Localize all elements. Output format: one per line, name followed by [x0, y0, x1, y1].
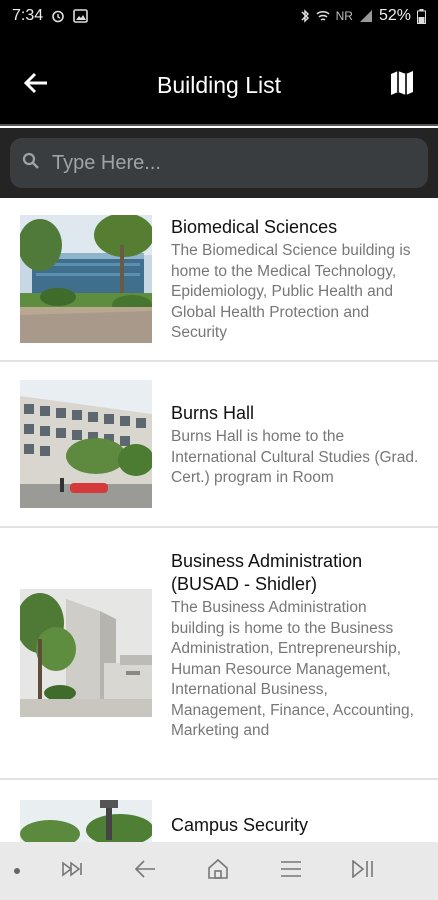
back-arrow-icon — [134, 859, 156, 883]
menu-icon — [280, 860, 302, 883]
fast-forward-button[interactable] — [58, 856, 88, 886]
page-title: Building List — [156, 71, 282, 98]
wifi-icon — [316, 8, 330, 24]
building-title: Burns Hall — [171, 403, 255, 423]
building-title: Biomedical Sciences — [171, 217, 338, 237]
signal-icon — [359, 9, 373, 23]
biomedical-building-image — [20, 215, 152, 343]
status-bar: 7:34 NR 52% — [0, 0, 438, 32]
list-item-biomedical-sciences[interactable]: Biomedical Sciences The Biomedical Scien… — [0, 198, 438, 362]
building-description: The Business Administration building is … — [171, 599, 414, 739]
map-icon — [390, 70, 414, 101]
bottom-navigation — [0, 842, 438, 900]
arrow-left-icon — [23, 72, 49, 99]
play-pause-button[interactable] — [348, 856, 378, 886]
business-administration-image — [20, 589, 152, 717]
image-icon — [73, 9, 88, 23]
app-bar: Building List — [0, 32, 438, 126]
building-thumbnail — [20, 362, 152, 526]
fast-forward-icon — [62, 860, 84, 882]
building-description: Burns Hall is home to the International … — [171, 428, 419, 486]
play-pause-icon — [352, 858, 374, 883]
burns-hall-image — [20, 380, 152, 508]
campus-security-image — [20, 800, 152, 842]
battery-icon — [417, 8, 426, 24]
dot-icon — [14, 868, 20, 874]
home-icon — [207, 858, 229, 885]
list-item-campus-security[interactable]: Campus Security — [0, 780, 438, 842]
search-icon — [22, 152, 40, 175]
home-button[interactable] — [203, 856, 233, 886]
search-bar — [0, 128, 438, 198]
building-title: Business Administration (BUSAD - Shidler… — [171, 551, 363, 594]
building-thumbnail — [20, 528, 152, 778]
map-button[interactable] — [382, 65, 422, 105]
list-item-burns-hall[interactable]: Burns Hall Burns Hall is home to the Int… — [0, 362, 438, 528]
back-button[interactable] — [16, 65, 56, 105]
building-description: The Biomedical Science building is home … — [171, 242, 411, 341]
alarm-icon — [51, 9, 65, 23]
menu-button[interactable] — [276, 856, 306, 886]
list-item-business-administration[interactable]: Business Administration (BUSAD - Shidler… — [0, 528, 438, 780]
status-time: 7:34 — [12, 7, 44, 24]
building-thumbnail — [20, 780, 152, 842]
search-input[interactable] — [52, 151, 416, 175]
building-thumbnail — [20, 198, 152, 360]
bluetooth-icon — [300, 8, 310, 24]
back-nav-button[interactable] — [130, 856, 160, 886]
battery-percentage: 52% — [378, 7, 411, 24]
building-list: Biomedical Sciences The Biomedical Scien… — [0, 198, 438, 842]
search-box[interactable] — [10, 138, 428, 188]
building-title: Campus Security — [171, 815, 309, 835]
network-label: NR — [335, 9, 353, 23]
